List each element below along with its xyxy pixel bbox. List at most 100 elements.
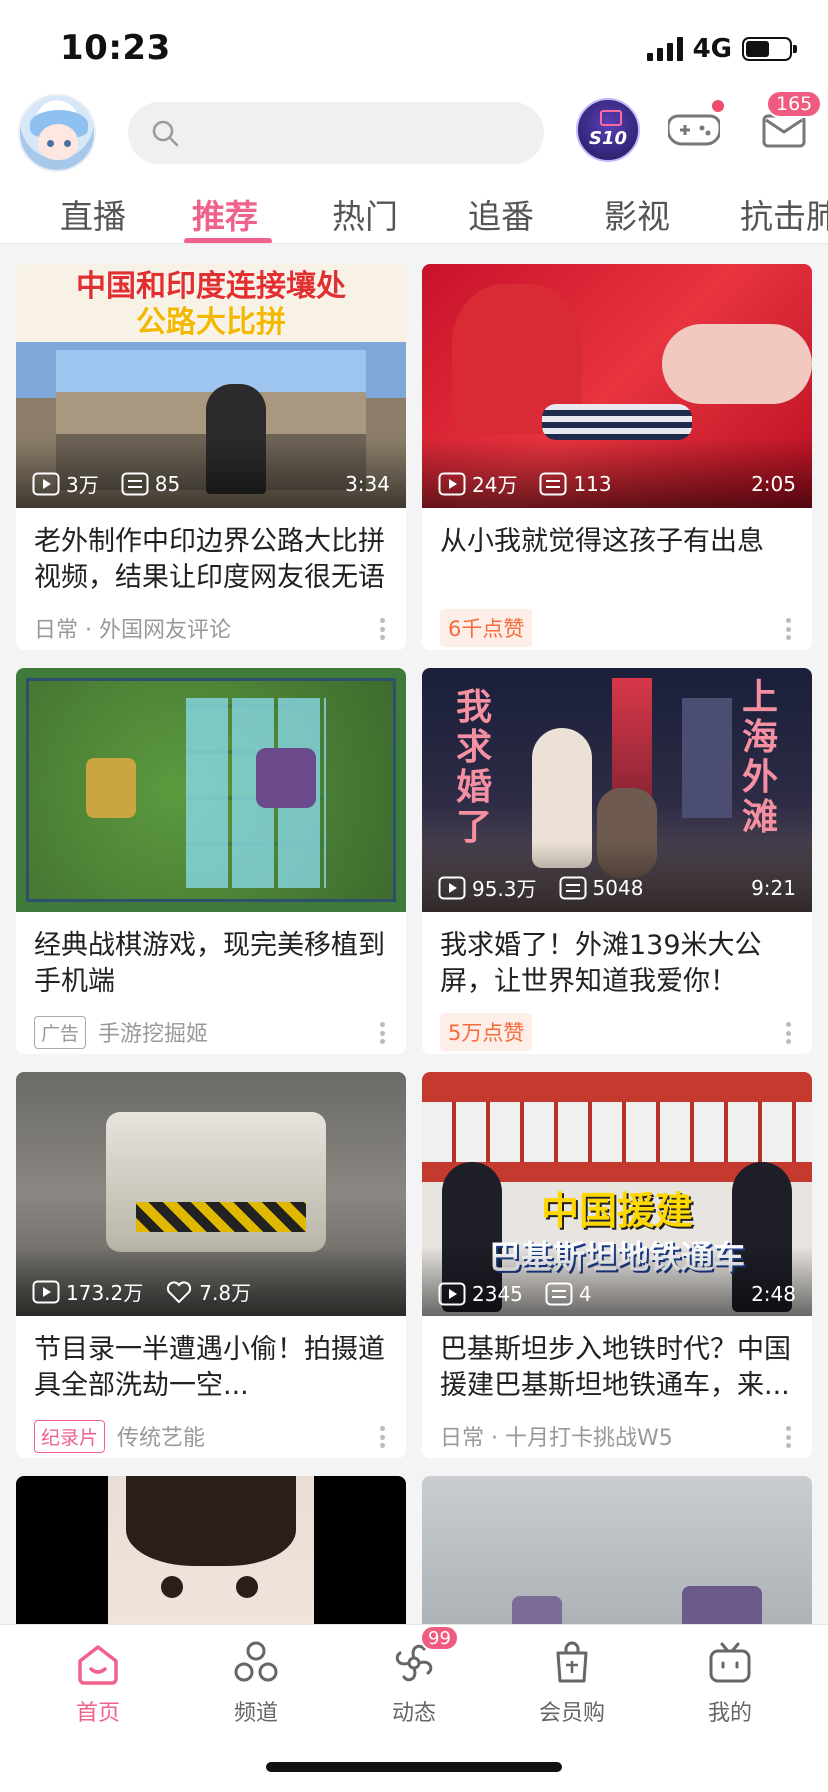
gamepad-icon[interactable]: [666, 100, 724, 150]
video-stats: 3万 85 3:34: [32, 469, 390, 498]
danmaku-count: 5048: [592, 875, 644, 900]
play-count: 173.2万: [66, 1281, 144, 1305]
video-stats: 173.2万 7.8万: [32, 1277, 390, 1306]
mail-badge: 165: [766, 90, 823, 118]
thumb-train: [422, 1102, 812, 1162]
thumb-eye: [161, 1576, 183, 1598]
nav-label: 频道: [233, 1701, 278, 1726]
danmaku-count: 4: [578, 1282, 592, 1306]
search-input[interactable]: [128, 102, 544, 164]
danmaku-icon: [121, 472, 149, 495]
promo-event-icon[interactable]: S10: [576, 98, 640, 162]
more-options-icon[interactable]: [786, 1426, 792, 1448]
like-icon: [167, 1280, 192, 1303]
thumb-overlay-line1: 中国援建: [540, 1189, 693, 1233]
mail-icon[interactable]: 165: [762, 90, 823, 148]
search-icon: [152, 120, 179, 147]
video-duration: 2:05: [751, 471, 796, 496]
more-options-icon[interactable]: [380, 1022, 386, 1044]
thumb-figure: [542, 404, 692, 440]
nav-shop[interactable]: 会员购: [512, 1639, 632, 1727]
status-time: 10:23: [60, 28, 171, 68]
video-meta: 5万点赞: [422, 1000, 812, 1054]
video-card[interactable]: 我求婚了 上海外滩 95.3万 5048 9:21 我求婚了！外滩139米大公屏…: [422, 668, 812, 1054]
shop-icon: [548, 1639, 596, 1687]
danmaku-icon: [545, 1282, 573, 1306]
notification-dot: [712, 100, 724, 112]
meta-text: 日常 · 十月打卡挑战W5: [440, 1426, 673, 1451]
category-tag: 纪录片: [34, 1419, 106, 1453]
video-feed: 中国和印度连接壤处 公路大比拼 3万 85 3:34 老外制作中印边界公路大比拼…: [0, 244, 828, 1624]
thumb-overlay-left: 我求婚了: [456, 687, 493, 848]
tab-live[interactable]: 直播: [60, 190, 126, 238]
play-count: 24万: [472, 473, 518, 497]
video-card[interactable]: 173.2万 7.8万 节目录一半遭遇小偷！拍摄道具全部洗劫一空... 纪录片 …: [16, 1072, 406, 1458]
dynamic-icon: 99: [390, 1625, 459, 1687]
thumb-overlay-line1: 中国和印度连接壤处: [76, 269, 346, 304]
tab-movies[interactable]: 影视: [604, 190, 670, 238]
home-icon: [74, 1639, 122, 1687]
video-duration: 3:34: [345, 471, 390, 496]
meta-text: 手游挖掘姬: [98, 1022, 209, 1047]
thumb-hair: [126, 1476, 296, 1566]
video-card[interactable]: 中国援建 巴基斯坦地铁通车 2345 4 2:48 巴基斯坦步入地铁时代？中国援…: [422, 1072, 812, 1458]
video-stats: 95.3万 5048 9:21: [438, 873, 796, 902]
play-count-icon: [32, 1280, 60, 1303]
video-card[interactable]: [422, 1476, 812, 1624]
network-label: 4G: [692, 34, 732, 64]
thumb-figure: [662, 324, 812, 404]
tab-hot[interactable]: 热门: [332, 190, 398, 238]
video-card[interactable]: 24万 113 2:05 从小我就觉得这孩子有出息 6千点赞: [422, 264, 812, 650]
ad-thumbnail: [16, 668, 406, 912]
like-count: 7.8万: [199, 1281, 252, 1305]
thumb-unit: [256, 748, 316, 808]
video-stats: 2345 4 2:48: [438, 1282, 796, 1306]
tab-recommend[interactable]: 推荐: [192, 190, 258, 238]
video-thumbnail: 中国和印度连接壤处 公路大比拼 3万 85 3:34: [16, 264, 406, 508]
more-options-icon[interactable]: [786, 618, 792, 640]
video-card[interactable]: 中国和印度连接壤处 公路大比拼 3万 85 3:34 老外制作中印边界公路大比拼…: [16, 264, 406, 650]
thumb-overlay-line2: 公路大比拼: [136, 305, 286, 340]
video-thumbnail: [422, 1476, 812, 1624]
thumb-stripe: [136, 1202, 306, 1232]
more-options-icon[interactable]: [380, 1426, 386, 1448]
play-count-icon: [32, 472, 60, 495]
thumb-object: [512, 1596, 562, 1624]
home-indicator: [266, 1762, 562, 1772]
likes-pill: 5万点赞: [440, 1013, 533, 1051]
ad-card[interactable]: 经典战棋游戏，现完美移植到手机端 广告 手游挖掘姬: [16, 668, 406, 1054]
promo-label: S10: [588, 127, 627, 149]
nav-home[interactable]: 首页: [38, 1639, 158, 1727]
play-count-icon: [438, 876, 466, 899]
danmaku-count: 113: [573, 471, 612, 496]
video-meta: 日常 · 十月打卡挑战W5: [422, 1404, 812, 1458]
tab-covid[interactable]: 抗击肺: [740, 190, 828, 238]
nav-mine[interactable]: 我的: [670, 1639, 790, 1727]
video-duration: 2:48: [751, 1282, 796, 1306]
tab-anime[interactable]: 追番: [468, 190, 534, 238]
video-title: 从小我就觉得这孩子有出息: [440, 526, 764, 557]
play-count: 95.3万: [472, 877, 537, 901]
thumb-overlay-right: 上海外滩: [742, 677, 779, 838]
play-count-icon: [438, 472, 466, 495]
thumb-object: [682, 1586, 762, 1624]
video-title: 巴基斯坦步入地铁时代？中国援建巴基斯坦地铁通车，来...: [440, 1334, 791, 1401]
more-options-icon[interactable]: [380, 618, 386, 640]
video-duration: 9:21: [751, 875, 796, 900]
battery-icon: [742, 37, 797, 61]
video-card[interactable]: [16, 1476, 406, 1624]
video-title: 我求婚了！外滩139米大公屏，让世界知道我爱你！: [440, 930, 762, 997]
tv-icon: [706, 1639, 754, 1687]
play-count: 3万: [66, 473, 99, 497]
status-right: 4G: [646, 34, 797, 64]
video-title: 节目录一半遭遇小偷！拍摄道具全部洗劫一空...: [34, 1334, 385, 1401]
nav-dynamic[interactable]: 99 动态: [354, 1625, 474, 1727]
avatar[interactable]: [18, 94, 96, 172]
more-options-icon[interactable]: [786, 1022, 792, 1044]
nav-channel[interactable]: 频道: [196, 1639, 316, 1727]
video-thumbnail: 173.2万 7.8万: [16, 1072, 406, 1316]
ad-meta: 广告 手游挖掘姬: [16, 1000, 406, 1054]
video-meta: 6千点赞: [422, 596, 812, 650]
top-header: S10 165 直播 推荐 热门 追番 影视 抗击肺: [0, 90, 828, 244]
video-thumbnail: 我求婚了 上海外滩 95.3万 5048 9:21: [422, 668, 812, 912]
